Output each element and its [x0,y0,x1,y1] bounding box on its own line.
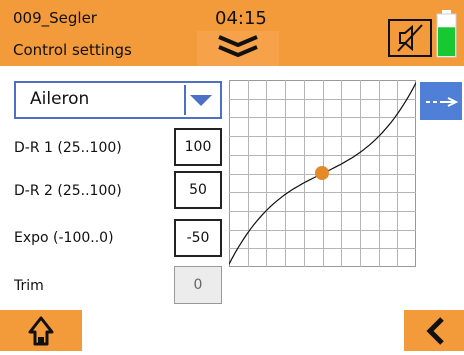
center-point [315,166,329,180]
chevron-left-icon [426,317,444,345]
dr2-label: D-R 2 (25..100) [14,183,122,199]
model-name: 009_Segler [13,9,97,27]
function-selector[interactable]: Aileron [14,81,222,119]
dr2-input[interactable]: 50 [174,171,222,209]
response-curve-graph [228,80,417,267]
menu-button[interactable] [197,31,279,66]
triangle-down-icon [190,95,212,106]
page-title: Control settings [13,41,132,59]
home-icon [28,316,54,346]
trim-input: 0 [174,266,222,304]
selector-value: Aileron [30,89,90,109]
expo-input[interactable]: -50 [174,219,222,257]
curve-toggle-button[interactable] [420,82,462,120]
curve-line-icon [426,97,459,107]
dr1-label: D-R 1 (25..100) [14,140,122,156]
header-bar: 009_Segler Control settings 04:15 [0,0,464,66]
mute-button[interactable] [388,19,432,57]
trim-label: Trim [14,278,44,294]
expo-label: Expo (-100..0) [14,230,114,246]
battery-icon [436,10,457,58]
speaker-muted-icon [397,24,423,52]
dr1-input[interactable]: 100 [174,128,222,166]
timer-display: 04:15 [215,8,267,29]
chevron-double-down-icon [218,35,258,57]
home-button[interactable] [0,310,82,351]
back-button[interactable] [404,310,464,351]
dropdown-button[interactable] [184,85,218,115]
